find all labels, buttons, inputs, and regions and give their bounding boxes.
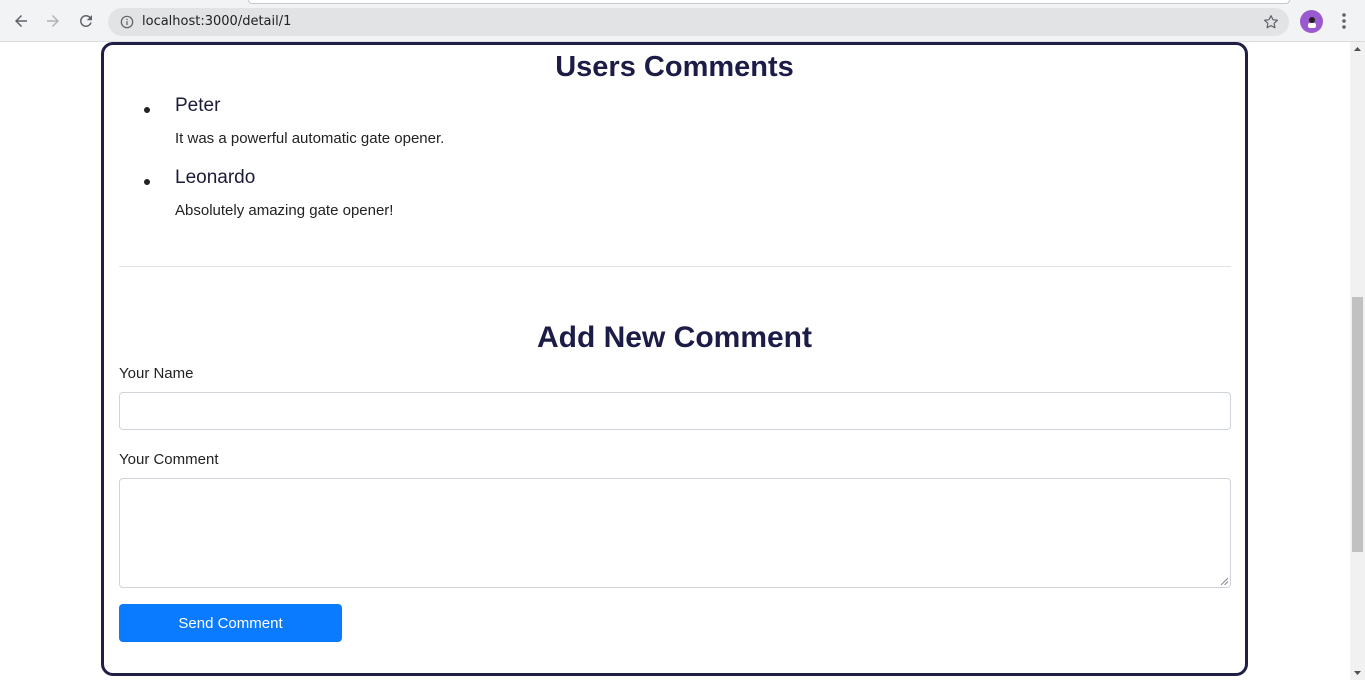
bullet-icon [144,107,150,113]
url-text[interactable]: localhost:3000/detail/1 [142,14,291,29]
send-comment-button[interactable]: Send Comment [119,604,342,642]
profile-avatar[interactable] [1300,10,1323,33]
back-button[interactable] [9,9,33,33]
page-viewport: Users Comments Peter It was a powerful a… [0,42,1350,680]
forward-button[interactable] [41,9,65,33]
scrollbar-thumb[interactable] [1352,297,1363,552]
name-input[interactable] [119,392,1231,430]
address-bar[interactable]: localhost:3000/detail/1 [108,8,1289,36]
name-label: Your Name [119,365,194,382]
user-icon [1307,16,1316,28]
comment-text: It was a powerful automatic gate opener. [175,130,445,147]
bullet-icon [144,179,150,185]
comment-author: Leonardo [175,167,256,188]
users-comments-title: Users Comments [555,51,794,83]
active-tab[interactable] [248,0,1290,4]
kebab-menu-icon[interactable] [1335,11,1353,31]
section-divider [119,266,1231,267]
reload-button[interactable] [74,9,98,33]
vertical-scrollbar[interactable] [1350,42,1365,680]
comment-textarea[interactable] [119,478,1231,588]
arrow-right-icon [47,15,59,27]
scroll-down-arrow-icon[interactable] [1350,665,1365,680]
resize-handle-icon[interactable] [1220,577,1228,585]
arrow-left-icon [15,15,27,27]
comment-text: Absolutely amazing gate opener! [175,202,394,219]
info-icon[interactable] [120,15,134,29]
browser-toolbar: localhost:3000/detail/1 [0,0,1365,42]
scroll-up-arrow-icon[interactable] [1350,42,1365,57]
comment-label: Your Comment [119,451,219,468]
comments-card: Users Comments Peter It was a powerful a… [101,42,1248,676]
comment-author: Peter [175,95,221,116]
star-icon[interactable] [1262,13,1280,31]
reload-icon [79,14,92,27]
add-comment-title: Add New Comment [536,321,812,354]
